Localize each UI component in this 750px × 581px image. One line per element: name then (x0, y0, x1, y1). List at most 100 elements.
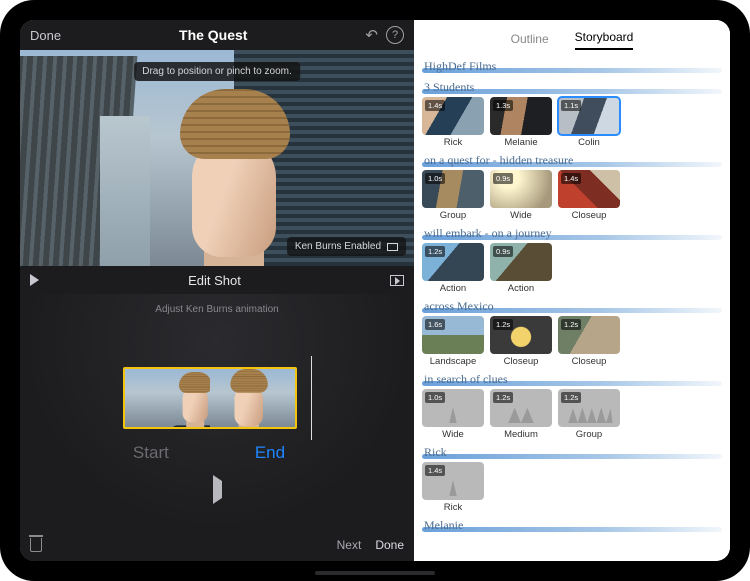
clip[interactable]: 0.9s Action (490, 243, 552, 294)
clip-thumbnail[interactable]: 1.4s (422, 97, 484, 135)
editor-pane: Done The Quest ↶ ? Drag to position or p… (20, 20, 414, 561)
story-title: HighDef Films (422, 59, 496, 73)
clip[interactable]: 0.9sWide (490, 170, 552, 221)
clip-duration: 1.3s (493, 100, 513, 111)
ken-burns-track[interactable] (123, 363, 312, 433)
ken-burns-play[interactable] (213, 481, 222, 499)
clip[interactable]: 1.3s Melanie (490, 97, 552, 148)
clip-thumbnail[interactable]: 1.0s (422, 170, 484, 208)
clip[interactable]: 1.2s Closeup (558, 316, 620, 367)
clip-thumbnail[interactable]: 1.2s (558, 389, 620, 427)
kb-end-tab[interactable]: End (255, 443, 285, 463)
section-heading[interactable]: across Mexico (422, 299, 494, 313)
storyboard-scroll[interactable]: HighDef Films 3 Students 1.4s Rick 1.3s Mela… (414, 50, 730, 561)
help-icon[interactable]: ? (386, 26, 404, 44)
clip-duration: 1.2s (561, 392, 581, 403)
clip-duration: 1.2s (561, 319, 581, 330)
tab-storyboard[interactable]: Storyboard (575, 30, 634, 50)
clip[interactable]: 1.4s Closeup (558, 170, 620, 221)
done-bottom-button[interactable]: Done (375, 538, 404, 552)
tab-outline[interactable]: Outline (511, 32, 549, 50)
clip-duration: 1.4s (425, 465, 445, 476)
undo-icon[interactable]: ↶ (365, 26, 378, 44)
clip-row: 1.0sWide1.2sMedium1.2sGroup (422, 389, 730, 440)
play-icon[interactable] (30, 274, 39, 286)
clip-name: Rick (444, 502, 462, 513)
section-heading-row: Rick (422, 443, 730, 461)
section-heading[interactable]: 3 Students (422, 80, 474, 94)
clip-thumbnail[interactable]: 1.0s (422, 389, 484, 427)
ken-burns-labels: Start End (133, 443, 285, 463)
clip-thumbnail[interactable]: 1.4s (422, 462, 484, 500)
clip-name: Colin (578, 137, 600, 148)
home-indicator[interactable] (315, 571, 435, 575)
clip-duration: 1.4s (561, 173, 581, 184)
clip-name: Melanie (504, 137, 537, 148)
editor-toolbar: Done The Quest ↶ ? (20, 20, 414, 50)
next-button[interactable]: Next (337, 538, 362, 552)
preview-hint: Drag to position or pinch to zoom. (134, 62, 300, 81)
section-heading[interactable]: on a quest for - hidden treasure (422, 153, 573, 167)
preview-image (20, 50, 414, 266)
section-heading-row: across Mexico (422, 297, 730, 315)
section-heading-row: in search of clues (422, 370, 730, 388)
clip-name: Action (508, 283, 534, 294)
clip-name: Closeup (504, 356, 539, 367)
clip-row: 1.2s Action 0.9s Action (422, 243, 730, 294)
clip[interactable]: 1.4s Rick (422, 462, 484, 513)
edit-shot-title: Edit Shot (39, 273, 390, 288)
clip[interactable]: 1.0sWide (422, 389, 484, 440)
trash-icon[interactable] (30, 538, 42, 552)
ken-burns-badge-label: Ken Burns Enabled (295, 241, 381, 252)
clip-duration: 1.2s (493, 392, 513, 403)
storyboard-pane: Outline Storyboard HighDef Films 3 Stude… (414, 20, 730, 561)
clip-thumbnail[interactable]: 1.3s (490, 97, 552, 135)
clip-name: Rick (444, 137, 462, 148)
clip-thumbnail[interactable]: 1.2s (558, 316, 620, 354)
clip[interactable]: 1.6s Landscape (422, 316, 484, 367)
clip[interactable]: 1.2s Action (422, 243, 484, 294)
clip-duration: 1.0s (425, 392, 445, 403)
clip[interactable]: 1.2s Closeup (490, 316, 552, 367)
section-heading[interactable]: Rick (422, 445, 447, 459)
done-button[interactable]: Done (30, 28, 61, 43)
clip-thumbnail[interactable]: 0.9s (490, 243, 552, 281)
ken-burns-crop-icon (387, 243, 398, 251)
clip[interactable]: 1.1s Colin (558, 97, 620, 148)
section-heading-row: on a quest for - hidden treasure (422, 151, 730, 169)
clip[interactable]: 1.4s Rick (422, 97, 484, 148)
playhead[interactable] (311, 356, 312, 440)
clip[interactable]: 1.2s Group (558, 389, 620, 440)
clip-thumbnail[interactable]: 1.4s (558, 170, 620, 208)
section-heading[interactable]: will embark - on a journey (422, 226, 552, 240)
kb-start-tab[interactable]: Start (133, 443, 169, 463)
clip-row: 1.4s Rick 1.3s Melanie 1.1s Colin (422, 97, 730, 148)
ipad-frame: Done The Quest ↶ ? Drag to position or p… (0, 0, 750, 581)
section-heading[interactable]: Melanie (422, 518, 463, 532)
clip-name: Closeup (572, 356, 607, 367)
preview-viewport[interactable]: Drag to position or pinch to zoom. Ken B… (20, 50, 414, 266)
clip-duration: 0.9s (493, 246, 513, 257)
edit-shot-bar: Edit Shot (20, 266, 414, 294)
play-clip-icon[interactable] (390, 275, 404, 286)
clip-row: 1.4s Rick (422, 462, 730, 513)
clip-name: Landscape (430, 356, 476, 367)
clip-row: 1.6s Landscape 1.2s Closeup 1.2s Closeup (422, 316, 730, 367)
ken-burns-thumbnail[interactable] (123, 367, 297, 429)
view-tabs: Outline Storyboard (414, 20, 730, 50)
clip-thumbnail[interactable]: 1.1s (558, 97, 620, 135)
section-heading[interactable]: in search of clues (422, 372, 508, 386)
section-heading-row: Melanie (422, 516, 730, 534)
clip-thumbnail[interactable]: 1.6s (422, 316, 484, 354)
clip-thumbnail[interactable]: 0.9s (490, 170, 552, 208)
clip-name: Closeup (572, 210, 607, 221)
clip-duration: 1.2s (425, 246, 445, 257)
clip-name: Group (576, 429, 602, 440)
clip-thumbnail[interactable]: 1.2s (490, 389, 552, 427)
clip-name: Action (440, 283, 466, 294)
clip-thumbnail[interactable]: 1.2s (490, 316, 552, 354)
clip[interactable]: 1.2sMedium (490, 389, 552, 440)
clip[interactable]: 1.0sGroup (422, 170, 484, 221)
clip-thumbnail[interactable]: 1.2s (422, 243, 484, 281)
ken-burns-badge[interactable]: Ken Burns Enabled (287, 237, 406, 256)
